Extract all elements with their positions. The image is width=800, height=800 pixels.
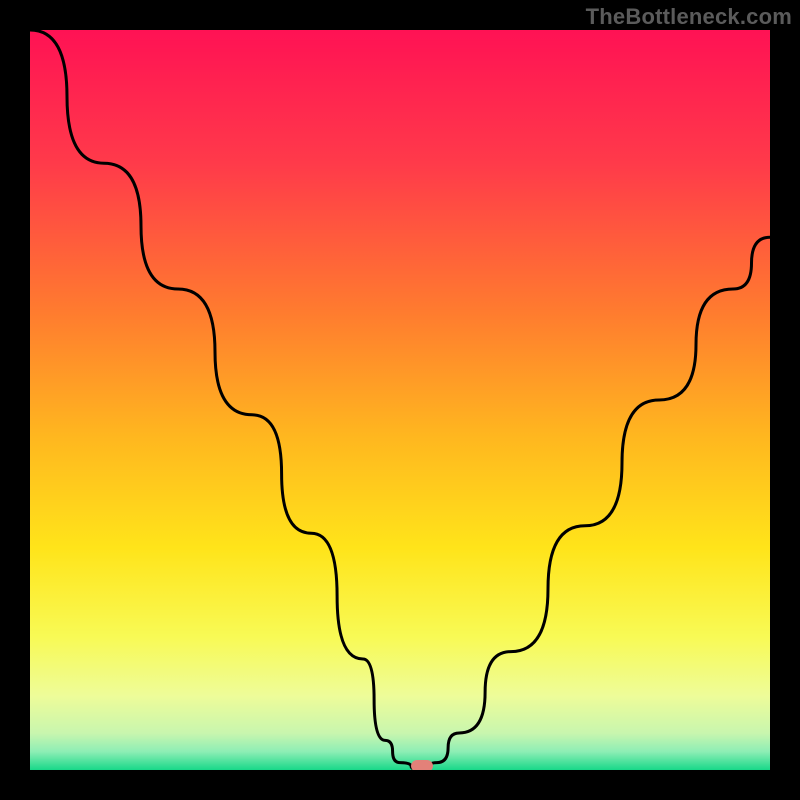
bottleneck-curve [30,30,770,770]
plot-area [30,30,770,770]
optimal-point-marker [411,760,433,770]
chart-container: TheBottleneck.com [0,0,800,800]
watermark-text: TheBottleneck.com [586,4,792,30]
